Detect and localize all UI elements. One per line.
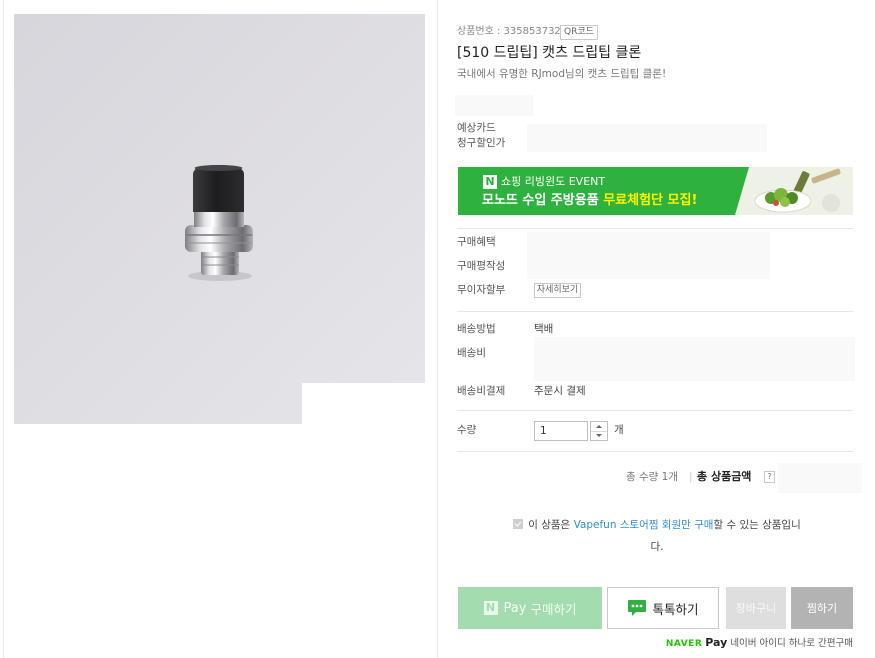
npay-n-icon: N bbox=[483, 601, 498, 615]
naver-n-icon: N bbox=[483, 175, 497, 189]
drip-tip-photo bbox=[14, 14, 425, 424]
card-discount-label-line1: 예상카드 bbox=[457, 122, 496, 134]
banner-line2-main: 모노뜨 수입 주방용품 bbox=[482, 193, 604, 208]
npay-footer: NAVER Pay 네이버 아이디 하나로 간편구매 bbox=[666, 636, 853, 651]
masked-area bbox=[302, 383, 425, 424]
qr-code-button[interactable]: QR코드 bbox=[560, 25, 598, 40]
npay-pay-text: Pay bbox=[503, 600, 527, 616]
wish-button[interactable]: 찜하기 bbox=[791, 587, 853, 629]
installment-label: 무이자할부 bbox=[457, 284, 506, 296]
quantity-unit: 개 bbox=[614, 424, 624, 436]
npay-action-text: 구매하기 bbox=[530, 601, 577, 617]
total-separator: | bbox=[689, 471, 693, 483]
cart-button[interactable]: 장바구니 bbox=[726, 587, 786, 629]
divider bbox=[457, 410, 853, 411]
event-banner[interactable]: N 쇼핑 리빙윈도 EVENT 모노뜨 수입 주방용품 무료체험단 모집! bbox=[458, 167, 853, 215]
talk-button-label: 톡톡하기 bbox=[652, 601, 699, 617]
divider bbox=[457, 228, 853, 229]
total-help-icon[interactable]: ? bbox=[764, 471, 775, 483]
card-discount-label-line2: 청구할인가 bbox=[457, 137, 506, 149]
product-page: 상품번호 : 335853732 QR코드 [510 드립팁] 캣츠 드립팁 클… bbox=[0, 0, 875, 658]
total-quantity: 총 수량 1개 bbox=[626, 471, 678, 483]
shipping-fee-masked-area bbox=[534, 337, 855, 381]
shipping-payment-label: 배송비결제 bbox=[457, 385, 506, 397]
banner-line2-highlight: 무료체험단 모집! bbox=[603, 193, 698, 208]
drip-tip-black-top bbox=[193, 165, 244, 212]
pay-logo-text: Pay bbox=[705, 636, 728, 649]
total-amount-label: 총 상품금액 bbox=[697, 470, 752, 483]
npay-footer-text: 네이버 아이디 하나로 간편구매 bbox=[730, 638, 853, 649]
npay-buy-button[interactable]: N Pay 구매하기 bbox=[458, 587, 602, 629]
purchase-benefit-label: 구매혜택 bbox=[457, 236, 496, 248]
card-discount-masked-area bbox=[527, 124, 767, 152]
product-image[interactable] bbox=[14, 14, 425, 424]
product-subtitle: 국내에서 유명한 RJmod님의 캣츠 드립팁 클론! bbox=[457, 68, 667, 80]
page-border bbox=[3, 0, 4, 658]
stepper-up-icon bbox=[596, 425, 602, 428]
installment-detail-button[interactable]: 자세히보기 bbox=[534, 283, 581, 298]
stepper-down-icon bbox=[596, 434, 602, 437]
benefits-masked-area bbox=[527, 232, 770, 279]
quantity-label: 수량 bbox=[457, 424, 477, 436]
shipping-payment-value: 주문시 결제 bbox=[534, 385, 586, 397]
total-amount-masked-area bbox=[778, 463, 862, 493]
notice-prefix: 이 상품은 bbox=[528, 519, 574, 531]
price-masked-area bbox=[455, 95, 533, 116]
product-number: 상품번호 : 335853732 bbox=[457, 26, 561, 37]
quantity-stepper bbox=[590, 421, 608, 441]
column-divider bbox=[437, 0, 438, 658]
banner-line2: 모노뜨 수입 주방용품 무료체험단 모집! bbox=[482, 193, 697, 209]
divider bbox=[457, 451, 853, 452]
shipping-method-value: 택배 bbox=[534, 323, 554, 335]
banner-food-image bbox=[735, 167, 853, 215]
quantity-input[interactable]: 1 bbox=[534, 421, 588, 441]
shipping-fee-label: 배송비 bbox=[457, 347, 486, 359]
talk-talk-button[interactable]: 톡톡하기 bbox=[607, 587, 719, 629]
notice-store-link[interactable]: Vapefun 스토어찜 회원만 구매 bbox=[574, 519, 714, 531]
shipping-method-label: 배송방법 bbox=[457, 323, 496, 335]
member-only-notice: 이 상품은 Vapefun 스토어찜 회원만 구매할 수 있는 상품입니다. bbox=[512, 514, 802, 558]
divider bbox=[457, 311, 853, 312]
quantity-decrease-button[interactable] bbox=[591, 431, 607, 440]
banner-line1: 쇼핑 리빙윈도 EVENT bbox=[501, 175, 606, 188]
talk-bubble-icon bbox=[628, 600, 647, 616]
product-title: [510 드립팁] 캣츠 드립팁 클론 bbox=[457, 45, 642, 61]
checkbox-icon bbox=[513, 519, 524, 529]
naver-logo-text: NAVER bbox=[665, 639, 703, 649]
review-label: 구매평작성 bbox=[457, 260, 506, 272]
